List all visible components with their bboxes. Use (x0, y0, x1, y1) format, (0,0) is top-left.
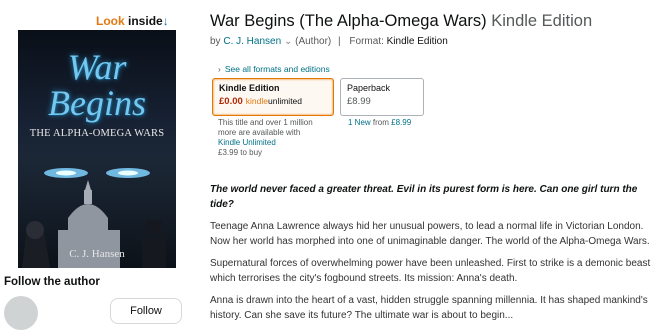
author-role: (Author) (295, 36, 332, 47)
divider: | (338, 36, 341, 47)
description-paragraph-3: Anna is drawn into the heart of a vast, … (210, 295, 648, 321)
cover-author: C. J. Hansen (69, 248, 125, 260)
by-prefix: by (210, 36, 221, 47)
format-paperback-price: £8.99 (347, 96, 371, 107)
product-details: War Begins (The Alpha-Omega Wars) Kindle… (210, 0, 662, 321)
format-option-paperback[interactable]: Paperback £8.99 (340, 78, 424, 116)
kindle-unlimited-link[interactable]: Kindle Unlimited (218, 138, 276, 147)
chevron-down-icon[interactable]: ⌄ (284, 36, 292, 47)
format-kindle-price-row: £0.00 kindleunlimited (219, 96, 327, 107)
new-from-offer: 1 New from £8.99 (348, 118, 411, 127)
kindle-unlimited-note: This title and over 1 million more are a… (218, 118, 330, 158)
kindle-unlimited-logo-part2: unlimited (268, 96, 303, 106)
new-from-label: from (372, 118, 389, 127)
cover-title-line2: Begins (48, 83, 146, 123)
book-cover[interactable]: War Begins THE ALPHA-OMEGA WARS C. J. Ha… (18, 30, 176, 268)
kindle-unlimited-logo-part1: kindle (245, 96, 268, 106)
follow-button[interactable]: Follow (110, 298, 182, 324)
format-value: Kindle Edition (386, 36, 448, 47)
left-column: Look inside↓ War Begins THE ALPHA-OMEGA … (0, 0, 200, 330)
author-avatar[interactable] (4, 296, 38, 330)
ku-note-line3: £3.99 to buy (218, 148, 263, 157)
look-inside-button[interactable]: Look inside↓ (96, 14, 169, 28)
description-paragraph-1: Teenage Anna Lawrence always hid her unu… (210, 221, 650, 247)
look-inside-label-2: inside (128, 14, 163, 28)
description-paragraph-2: Supernatural forces of overwhelming powe… (210, 258, 651, 284)
product-title-text: War Begins (The Alpha-Omega Wars) (210, 12, 487, 30)
cover-subtitle: THE ALPHA-OMEGA WARS (29, 128, 165, 139)
chevron-right-icon: › (218, 64, 221, 74)
format-option-kindle[interactable]: Kindle Edition £0.00 kindleunlimited (212, 78, 334, 116)
new-offers-link[interactable]: 1 New (348, 118, 371, 127)
product-format-suffix: Kindle Edition (491, 12, 593, 30)
look-inside-label-1: Look (96, 14, 125, 28)
product-title: War Begins (The Alpha-Omega Wars) Kindle… (210, 12, 592, 31)
author-link[interactable]: C. J. Hansen (223, 36, 281, 47)
format-kindle-name: Kindle Edition (219, 83, 280, 93)
see-all-formats-link[interactable]: › See all formats and editions (218, 64, 330, 74)
format-paperback-name: Paperback (347, 83, 391, 93)
arrow-down-icon: ↓ (162, 14, 169, 28)
ku-note-line1: This title and over 1 million (218, 118, 313, 127)
book-description: The world never faced a greater threat. … (210, 182, 662, 330)
format-label: Format: (349, 36, 384, 47)
follow-author-heading: Follow the author (4, 276, 100, 288)
byline: by C. J. Hansen ⌄ (Author) | Format: Kin… (210, 36, 448, 47)
new-from-price[interactable]: £8.99 (391, 118, 411, 127)
ku-note-line2: more are available with (218, 128, 301, 137)
description-lead: The world never faced a greater threat. … (210, 184, 638, 210)
see-all-formats-label: See all formats and editions (224, 64, 330, 74)
format-kindle-price: £0.00 (219, 96, 243, 107)
